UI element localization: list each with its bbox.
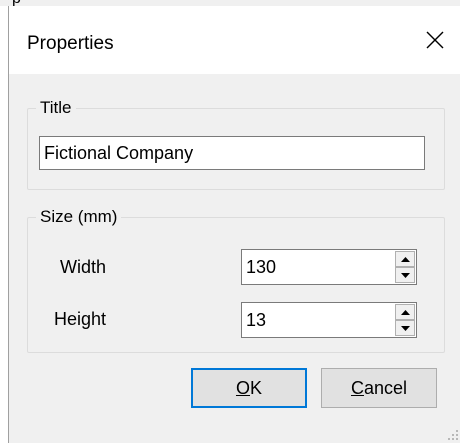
height-spin-down-button[interactable] bbox=[395, 320, 415, 336]
width-spinner bbox=[241, 249, 417, 285]
spin-up-icon bbox=[400, 256, 410, 262]
height-label: Height bbox=[54, 309, 107, 329]
close-icon bbox=[426, 31, 444, 49]
cancel-label-rest: ancel bbox=[363, 377, 408, 398]
width-spin-down-button[interactable] bbox=[395, 267, 415, 283]
height-spin-up-button[interactable] bbox=[395, 304, 415, 320]
width-input[interactable] bbox=[242, 250, 392, 284]
size-group-legend: Size (mm) bbox=[36, 207, 122, 227]
title-group-legend: Title bbox=[36, 98, 76, 118]
spin-up-icon bbox=[400, 309, 410, 315]
height-spinner bbox=[241, 302, 417, 338]
title-input[interactable] bbox=[39, 136, 425, 170]
width-spin-buttons bbox=[395, 251, 415, 283]
ok-mnemonic: O bbox=[235, 377, 250, 398]
cancel-button[interactable]: Cancel bbox=[321, 368, 437, 408]
height-spin-buttons bbox=[395, 304, 415, 336]
ok-label-rest: K bbox=[250, 377, 263, 398]
width-label: Width bbox=[60, 257, 107, 277]
resize-grip-icon[interactable] bbox=[447, 429, 459, 441]
height-input[interactable] bbox=[242, 303, 392, 337]
spin-down-icon bbox=[400, 325, 410, 331]
cancel-mnemonic: C bbox=[350, 377, 364, 398]
ok-button[interactable]: OK bbox=[191, 368, 307, 408]
spin-down-icon bbox=[400, 272, 410, 278]
width-spin-up-button[interactable] bbox=[395, 251, 415, 267]
properties-dialog: Properties Title Size (mm) Width Height bbox=[8, 6, 460, 443]
dialog-title: Properties bbox=[27, 33, 114, 54]
title-bar[interactable]: Properties bbox=[9, 6, 460, 74]
close-button[interactable] bbox=[417, 22, 453, 58]
